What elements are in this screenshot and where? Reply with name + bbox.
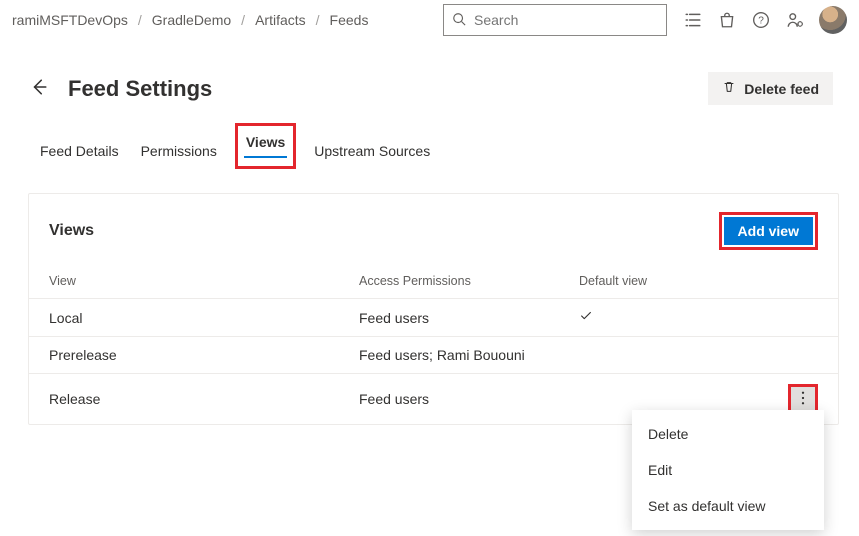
user-settings-icon[interactable] [785,10,805,30]
svg-text:?: ? [758,15,764,26]
avatar[interactable] [819,6,847,34]
highlight-box: Add view [719,212,818,250]
list-icon[interactable] [683,10,703,30]
search-box[interactable] [443,4,667,36]
top-icon-bar: ? [683,6,847,34]
page-header: Feed Settings Delete feed [0,42,859,123]
delete-feed-button[interactable]: Delete feed [708,72,833,105]
page-title: Feed Settings [68,76,212,102]
menu-item-set-default[interactable]: Set as default view [632,488,824,524]
table-header: View Access Permissions Default view [29,264,838,298]
back-arrow-icon[interactable] [30,78,48,99]
column-header-default: Default view [579,274,749,288]
search-icon [452,12,466,29]
search-input[interactable] [472,11,658,29]
kebab-icon [797,391,809,408]
highlight-box: Views [235,123,296,169]
trash-icon [722,80,736,97]
views-card-title: Views [49,222,94,240]
column-header-view: View [49,274,359,288]
views-card: Views Add view View Access Permissions D… [28,193,839,425]
more-options-button[interactable] [791,387,815,411]
breadcrumb-sep: / [138,12,142,28]
breadcrumb-sep: / [241,12,245,28]
tab-permissions[interactable]: Permissions [139,137,219,169]
shopping-bag-icon[interactable] [717,10,737,30]
tab-feed-details[interactable]: Feed Details [38,137,121,169]
menu-item-delete[interactable]: Delete [632,416,824,452]
table-row[interactable]: Local Feed users [29,298,838,336]
breadcrumb-link[interactable]: ramiMSFTDevOps [12,12,128,28]
column-header-access: Access Permissions [359,274,579,288]
tab-upstream-sources[interactable]: Upstream Sources [312,137,432,169]
cell-view-name: Prerelease [49,347,359,363]
delete-feed-label: Delete feed [744,81,819,97]
help-icon[interactable]: ? [751,10,771,30]
context-menu: Delete Edit Set as default view [632,410,824,530]
breadcrumb-sep: / [316,12,320,28]
tab-views[interactable]: Views [244,128,287,160]
cell-access: Feed users; Rami Bououni [359,347,579,363]
breadcrumb: ramiMSFTDevOps / GradleDemo / Artifacts … [12,12,368,28]
default-check-icon [579,309,749,326]
top-bar: ramiMSFTDevOps / GradleDemo / Artifacts … [0,0,859,42]
cell-access: Feed users [359,310,579,326]
views-card-header: Views Add view [29,194,838,264]
breadcrumb-link[interactable]: GradleDemo [152,12,231,28]
cell-access: Feed users [359,391,579,407]
add-view-button[interactable]: Add view [724,217,813,245]
tab-bar: Feed Details Permissions Views Upstream … [0,123,859,169]
table-row[interactable]: Prerelease Feed users; Rami Bououni [29,336,838,373]
menu-item-edit[interactable]: Edit [632,452,824,488]
cell-view-name: Local [49,310,359,326]
breadcrumb-link[interactable]: Artifacts [255,12,306,28]
breadcrumb-link[interactable]: Feeds [330,12,369,28]
cell-view-name: Release [49,391,359,407]
